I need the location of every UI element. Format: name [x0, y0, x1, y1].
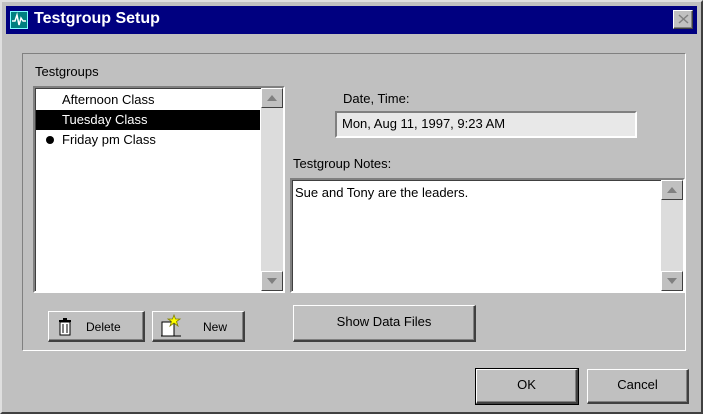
down-arrow-icon — [267, 278, 277, 284]
list-item[interactable]: Afternoon Class — [36, 90, 260, 110]
bullet-icon — [46, 136, 54, 144]
trash-can-icon — [59, 318, 71, 336]
notes-scroll-up-button[interactable] — [661, 180, 683, 200]
title-bar[interactable]: Testgroup Setup — [6, 6, 697, 34]
testgroups-scrollbar[interactable] — [261, 88, 283, 291]
list-item-label: Friday pm Class — [62, 132, 156, 147]
window-title: Testgroup Setup — [34, 10, 160, 27]
list-item[interactable]: Tuesday Class — [36, 110, 260, 130]
notes-scrollbar[interactable] — [661, 180, 683, 291]
list-item-label: Tuesday Class — [62, 112, 148, 127]
scroll-up-button[interactable] — [261, 88, 283, 108]
testgroups-label: Testgroups — [35, 64, 99, 79]
new-document-icon — [161, 314, 182, 337]
notes-scroll-down-button[interactable] — [661, 271, 683, 291]
new-label: New — [203, 320, 228, 334]
new-button[interactable]: New — [152, 311, 245, 342]
show-data-files-button[interactable]: Show Data Files — [293, 305, 476, 342]
date-time-field: Mon, Aug 11, 1997, 9:23 AM — [335, 111, 637, 138]
close-icon — [678, 14, 689, 24]
notes-text: Sue and Tony are the leaders. — [295, 185, 469, 200]
delete-label: Delete — [86, 320, 121, 334]
testgroup-setup-dialog: Testgroup Setup Testgroups Afternoon Cla… — [0, 0, 703, 414]
up-arrow-icon — [667, 187, 677, 193]
list-item-label: Afternoon Class — [62, 92, 155, 107]
date-time-label: Date, Time: — [343, 91, 410, 106]
up-arrow-icon — [267, 95, 277, 101]
close-button[interactable] — [673, 10, 693, 29]
notes-textarea[interactable]: Sue and Tony are the leaders. — [290, 178, 685, 293]
scroll-down-button[interactable] — [261, 271, 283, 291]
notes-label: Testgroup Notes: — [293, 156, 392, 171]
ok-button[interactable]: OK — [475, 368, 579, 405]
list-item[interactable]: Friday pm Class — [36, 130, 260, 150]
waveform-icon — [10, 11, 28, 29]
delete-button[interactable]: Delete — [48, 311, 145, 342]
cancel-button[interactable]: Cancel — [587, 369, 689, 404]
down-arrow-icon — [667, 278, 677, 284]
testgroups-listbox[interactable]: Afternoon Class Tuesday Class Friday pm Cl… — [33, 86, 285, 293]
testgroups-list: Afternoon Class Tuesday Class Friday pm Cl… — [36, 90, 260, 150]
